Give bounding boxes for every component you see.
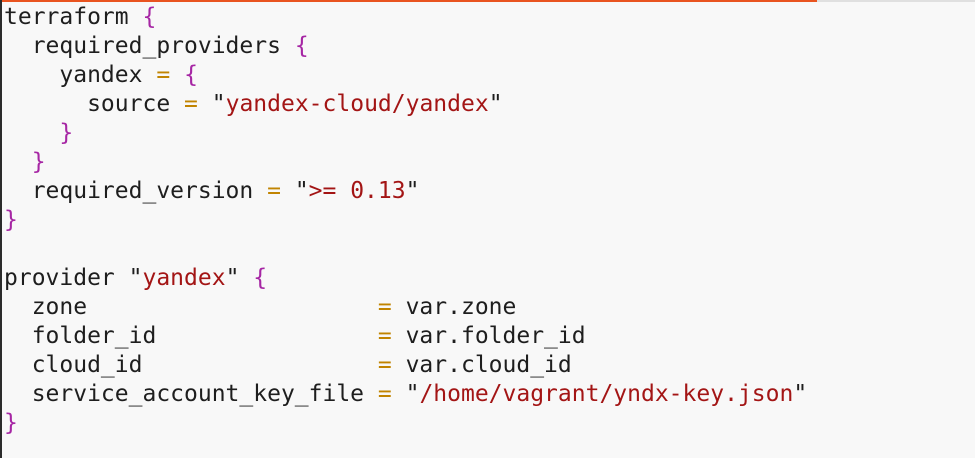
identifier-token: cloud_id [4, 352, 378, 378]
code-line[interactable]: provider "yandex" { [4, 264, 807, 293]
code-area[interactable]: terraform { required_providers { yandex … [4, 3, 807, 438]
brace-token: { [184, 62, 198, 88]
string-token: >= 0.13 [308, 178, 406, 204]
identifier-token: " [793, 381, 808, 407]
identifier-token: source [4, 91, 171, 117]
operator-token: = [377, 323, 392, 349]
window-accent-bar [2, 0, 817, 2]
identifier-token: var.folder_id [391, 323, 586, 349]
identifier-token: " [405, 178, 420, 204]
brace-token: } [4, 207, 18, 233]
identifier-token: var.cloud_id [391, 352, 572, 378]
code-line[interactable]: } [4, 119, 807, 148]
code-line[interactable]: required_version = ">= 0.13" [4, 177, 807, 206]
code-line[interactable]: folder_id = var.folder_id [4, 322, 807, 351]
code-line[interactable]: } [4, 148, 807, 177]
operator-token: = [377, 381, 392, 407]
identifier-token: required_providers [4, 33, 281, 59]
identifier-token: " [488, 91, 503, 117]
code-line[interactable] [4, 235, 807, 264]
string-token: yandex [142, 265, 226, 291]
string-token: /home/vagrant/yndx-key.json [419, 381, 794, 407]
identifier-token: yandex [4, 62, 143, 88]
string-token: yandex-cloud/yandex [225, 91, 489, 117]
operator-token: = [184, 91, 198, 117]
identifier-token: " [391, 381, 420, 407]
operator-token: = [267, 178, 281, 204]
code-editor[interactable]: terraform { required_providers { yandex … [0, 0, 975, 458]
brace-token: } [59, 120, 74, 146]
identifier-token: " [280, 178, 309, 204]
identifier-token: zone [4, 294, 378, 320]
code-line[interactable]: } [4, 409, 807, 438]
identifier-token: folder_id [4, 323, 378, 349]
brace-token: { [142, 4, 157, 30]
identifier-token: " [225, 265, 254, 291]
brace-token: { [294, 33, 309, 59]
identifier-token: required_version [4, 178, 254, 204]
code-line[interactable]: required_providers { [4, 32, 807, 61]
brace-token: { [253, 265, 268, 291]
operator-token: = [377, 294, 392, 320]
code-line[interactable]: source = "yandex-cloud/yandex" [4, 90, 807, 119]
code-line[interactable]: } [4, 206, 807, 235]
identifier-token: provider " [4, 265, 143, 291]
code-line[interactable]: service_account_key_file = "/home/vagran… [4, 380, 807, 409]
code-line[interactable]: terraform { [4, 3, 807, 32]
identifier-token: var.zone [391, 294, 517, 320]
code-line[interactable]: zone = var.zone [4, 293, 807, 322]
operator-token: = [377, 352, 392, 378]
window-top-edge [817, 0, 975, 2]
brace-token: } [31, 149, 46, 175]
identifier-token: service_account_key_file [4, 381, 378, 407]
operator-token: = [156, 62, 171, 88]
identifier-token: " [197, 91, 226, 117]
brace-token: } [4, 410, 18, 436]
code-line[interactable]: cloud_id = var.cloud_id [4, 351, 807, 380]
identifier-token: terraform [4, 4, 129, 30]
code-line[interactable]: yandex = { [4, 61, 807, 90]
